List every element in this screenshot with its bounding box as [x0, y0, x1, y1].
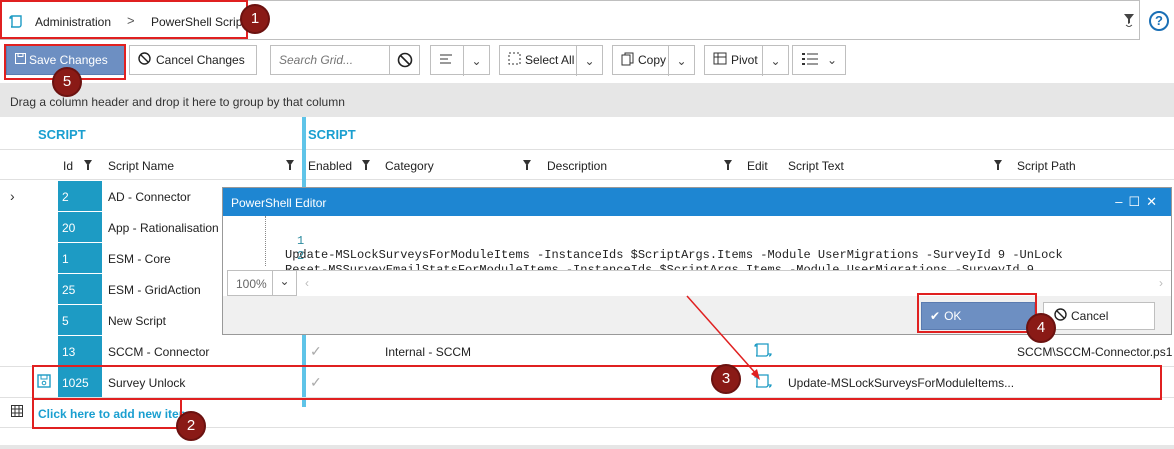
- highlight-new-row: [32, 365, 1162, 400]
- cell-script-name[interactable]: App - Rationalisation: [108, 221, 219, 235]
- select-all-icon: [508, 52, 521, 68]
- toolbar: Save Changes Cancel Changes ⌄ Select All…: [0, 41, 1174, 83]
- chevron-down-icon[interactable]: ⌄: [463, 46, 489, 76]
- add-row-grid-icon: [11, 405, 23, 420]
- step-badge: 1: [240, 4, 270, 34]
- highlight-breadcrumb: [0, 0, 248, 39]
- chevron-down-icon: ⌄: [827, 53, 838, 67]
- zoom-select[interactable]: 100% ⌄: [227, 270, 297, 296]
- filter-icon[interactable]: [286, 160, 294, 170]
- search-input[interactable]: [271, 46, 389, 74]
- column-header-enabled[interactable]: Enabled: [308, 159, 352, 173]
- chevron-down-icon[interactable]: ⌄: [272, 271, 296, 295]
- filter-icon[interactable]: [362, 160, 370, 170]
- cancel-icon: [138, 52, 151, 68]
- cell-script-name[interactable]: ESM - GridAction: [108, 283, 201, 297]
- window-controls: –☐✕: [1115, 194, 1163, 210]
- group-by-panel[interactable]: Drag a column header and drop it here to…: [0, 83, 1174, 117]
- align-left-icon: [439, 53, 453, 68]
- list-view-icon: [801, 52, 819, 69]
- cell-script-name[interactable]: ESM - Core: [108, 252, 171, 266]
- minimize-icon[interactable]: –: [1115, 194, 1128, 209]
- column-header-id[interactable]: Id: [63, 159, 73, 173]
- cell-id[interactable]: 20: [58, 212, 102, 242]
- cell-id[interactable]: 13: [58, 336, 102, 366]
- copy-label: Copy: [638, 53, 667, 67]
- highlight-ok-button: [917, 293, 1037, 333]
- cancel-label: Cancel: [1071, 309, 1109, 323]
- copy-icon: [621, 52, 634, 69]
- band-header-script-details: SCRIPT: [308, 127, 356, 142]
- column-header-edit[interactable]: Edit: [747, 159, 768, 173]
- column-header-script-name[interactable]: Script Name: [108, 159, 174, 173]
- cell-script-name[interactable]: SCCM - Connector: [108, 345, 209, 359]
- cell-script-path[interactable]: SCCM\SCCM-Connector.ps1: [1017, 345, 1172, 359]
- cell-script-name[interactable]: AD - Connector: [108, 190, 191, 204]
- dialog-title-bar[interactable]: PowerShell Editor –☐✕: [223, 188, 1171, 216]
- horizontal-scrollbar[interactable]: [0, 445, 1174, 449]
- cell-id[interactable]: 1: [58, 243, 102, 273]
- cell-id[interactable]: 5: [58, 305, 102, 335]
- zoom-value: 100%: [236, 277, 267, 291]
- column-header-category[interactable]: Category: [385, 159, 434, 173]
- help-button[interactable]: ?: [1149, 11, 1169, 31]
- step-badge: 2: [176, 411, 206, 441]
- cell-category[interactable]: Internal - SCCM: [385, 345, 471, 359]
- column-header-description[interactable]: Description: [547, 159, 607, 173]
- cancel-changes-button[interactable]: Cancel Changes: [129, 45, 257, 75]
- checkmark-icon[interactable]: ✓: [310, 343, 326, 359]
- highlight-add-item: [32, 398, 182, 429]
- pivot-table-icon: [713, 52, 727, 68]
- step-badge: 4: [1026, 313, 1056, 343]
- chevron-down-icon[interactable]: ⌄: [762, 46, 788, 76]
- annotation-arrow: [686, 295, 760, 380]
- header-divider: [0, 179, 1174, 180]
- filter-icon[interactable]: [523, 160, 531, 170]
- search-box: [270, 45, 420, 75]
- scroll-right-icon[interactable]: ›: [1159, 276, 1163, 290]
- chevron-down-icon[interactable]: ⌄: [576, 46, 602, 76]
- line-number: 1: [297, 234, 305, 248]
- column-chooser-button[interactable]: ⌄: [792, 45, 846, 75]
- chevron-down-icon[interactable]: ⌄: [668, 46, 694, 76]
- expand-row-chevron-icon[interactable]: ›: [10, 188, 15, 204]
- scroll-left-icon[interactable]: ‹: [305, 276, 309, 290]
- filter-dropdown-icon[interactable]: [1123, 13, 1135, 30]
- filter-icon[interactable]: [84, 160, 92, 170]
- cell-id[interactable]: 2: [58, 181, 102, 211]
- cancel-icon: [1054, 308, 1067, 324]
- select-all-label: Select All: [525, 53, 575, 67]
- column-header-script-path[interactable]: Script Path: [1017, 159, 1076, 173]
- cancel-changes-label: Cancel Changes: [156, 53, 245, 67]
- select-all-button[interactable]: Select All ⌄: [499, 45, 603, 76]
- filter-icon[interactable]: [724, 160, 732, 170]
- filter-icon[interactable]: [994, 160, 1002, 170]
- band-header-script: SCRIPT: [38, 127, 86, 142]
- pivot-label: Pivot: [731, 53, 758, 67]
- cancel-button[interactable]: Cancel: [1043, 302, 1155, 330]
- maximize-icon[interactable]: ☐: [1128, 194, 1146, 209]
- band-divider: [0, 149, 1174, 150]
- close-icon[interactable]: ✕: [1146, 194, 1163, 209]
- line-number: 2: [297, 249, 305, 263]
- copy-button[interactable]: Copy ⌄: [612, 45, 695, 76]
- step-badge: 5: [52, 67, 82, 97]
- clear-search-button[interactable]: [389, 46, 420, 74]
- cell-id[interactable]: 25: [58, 274, 102, 304]
- pivot-button[interactable]: Pivot ⌄: [704, 45, 789, 76]
- code-text: Update-MSLockSurveysForModuleItems -Inst…: [285, 248, 1063, 262]
- dialog-title: PowerShell Editor: [231, 196, 327, 210]
- group-by-hint: Drag a column header and drop it here to…: [10, 95, 345, 109]
- cell-script-name[interactable]: New Script: [108, 314, 166, 328]
- column-header-script-text[interactable]: Script Text: [788, 159, 844, 173]
- align-button[interactable]: ⌄: [430, 45, 490, 76]
